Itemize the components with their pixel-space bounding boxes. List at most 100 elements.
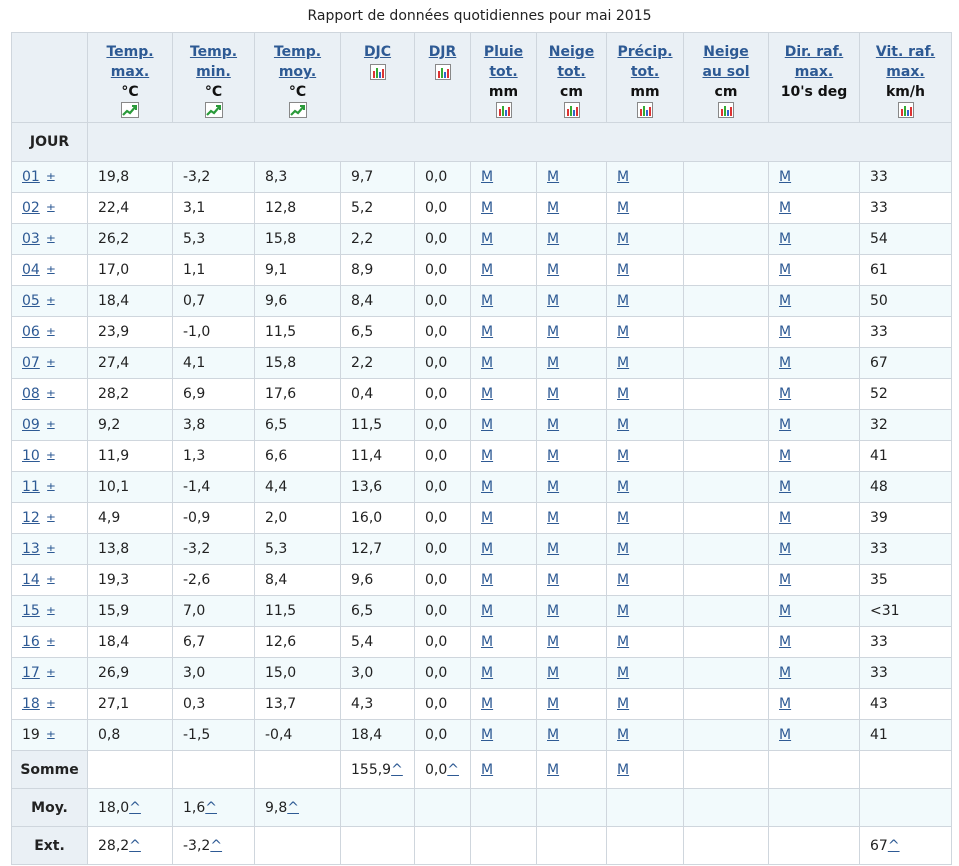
bar-chart-icon[interactable]: [637, 102, 653, 122]
day-link[interactable]: 13: [22, 541, 40, 557]
day-link[interactable]: 12: [22, 510, 40, 526]
day-link[interactable]: 11: [22, 479, 40, 495]
missing-link[interactable]: M: [779, 231, 791, 247]
trend-chart-icon[interactable]: [121, 102, 139, 122]
missing-link[interactable]: M: [481, 355, 493, 371]
missing-link[interactable]: M: [481, 762, 493, 778]
missing-link[interactable]: M: [481, 386, 493, 402]
missing-link[interactable]: M: [779, 417, 791, 433]
day-link[interactable]: 17: [22, 665, 40, 681]
missing-link[interactable]: M: [779, 696, 791, 712]
expand-link[interactable]: ±: [46, 232, 56, 246]
missing-link[interactable]: M: [779, 603, 791, 619]
missing-link[interactable]: M: [779, 448, 791, 464]
column-header-link[interactable]: Temp. moy.: [255, 42, 340, 82]
missing-link[interactable]: M: [547, 510, 559, 526]
missing-link[interactable]: M: [779, 386, 791, 402]
missing-link[interactable]: M: [617, 448, 629, 464]
missing-link[interactable]: M: [617, 417, 629, 433]
missing-link[interactable]: M: [617, 510, 629, 526]
missing-link[interactable]: M: [779, 355, 791, 371]
day-link[interactable]: 09: [22, 417, 40, 433]
day-link[interactable]: 01: [22, 169, 40, 185]
missing-link[interactable]: M: [617, 762, 629, 778]
missing-link[interactable]: M: [481, 417, 493, 433]
missing-link[interactable]: M: [779, 510, 791, 526]
column-header-link[interactable]: Neige au sol: [684, 42, 768, 82]
missing-link[interactable]: M: [617, 634, 629, 650]
missing-link[interactable]: M: [779, 479, 791, 495]
missing-link[interactable]: M: [481, 727, 493, 743]
missing-link[interactable]: M: [481, 200, 493, 216]
missing-link[interactable]: M: [617, 386, 629, 402]
missing-link[interactable]: M: [617, 727, 629, 743]
expand-link[interactable]: ±: [46, 511, 56, 525]
trend-chart-icon[interactable]: [288, 102, 307, 122]
missing-link[interactable]: M: [481, 696, 493, 712]
missing-link[interactable]: M: [547, 417, 559, 433]
column-header-link[interactable]: Temp. min.: [173, 42, 254, 82]
missing-link[interactable]: M: [779, 665, 791, 681]
missing-link[interactable]: M: [481, 293, 493, 309]
missing-link[interactable]: M: [617, 293, 629, 309]
day-link[interactable]: 06: [22, 324, 40, 340]
missing-link[interactable]: M: [547, 479, 559, 495]
day-link[interactable]: 07: [22, 355, 40, 371]
missing-link[interactable]: M: [547, 200, 559, 216]
expand-link[interactable]: ±: [46, 294, 56, 308]
missing-link[interactable]: M: [481, 448, 493, 464]
missing-link[interactable]: M: [779, 541, 791, 557]
expand-link[interactable]: ±: [46, 573, 56, 587]
expand-link[interactable]: ±: [46, 387, 56, 401]
missing-link[interactable]: M: [481, 665, 493, 681]
bar-chart-icon[interactable]: [434, 64, 451, 84]
missing-link[interactable]: M: [481, 231, 493, 247]
missing-link[interactable]: M: [779, 262, 791, 278]
column-header-link[interactable]: Précip. tot.: [607, 42, 683, 82]
expand-link[interactable]: ±: [46, 325, 56, 339]
jump-to-link[interactable]: ^: [129, 800, 141, 816]
day-link[interactable]: 10: [22, 448, 40, 464]
day-link[interactable]: 16: [22, 634, 40, 650]
missing-link[interactable]: M: [547, 386, 559, 402]
missing-link[interactable]: M: [547, 665, 559, 681]
expand-link[interactable]: ±: [46, 666, 56, 680]
day-link[interactable]: 02: [22, 200, 40, 216]
missing-link[interactable]: M: [547, 696, 559, 712]
missing-link[interactable]: M: [617, 572, 629, 588]
missing-link[interactable]: M: [481, 541, 493, 557]
missing-link[interactable]: M: [481, 262, 493, 278]
missing-link[interactable]: M: [617, 696, 629, 712]
missing-link[interactable]: M: [481, 510, 493, 526]
missing-link[interactable]: M: [547, 231, 559, 247]
missing-link[interactable]: M: [547, 324, 559, 340]
expand-link[interactable]: ±: [46, 480, 56, 494]
expand-link[interactable]: ±: [46, 201, 56, 215]
missing-link[interactable]: M: [547, 727, 559, 743]
column-header-link[interactable]: Neige tot.: [537, 42, 606, 82]
missing-link[interactable]: M: [481, 634, 493, 650]
missing-link[interactable]: M: [547, 448, 559, 464]
missing-link[interactable]: M: [779, 200, 791, 216]
missing-link[interactable]: M: [617, 541, 629, 557]
missing-link[interactable]: M: [547, 355, 559, 371]
missing-link[interactable]: M: [779, 572, 791, 588]
expand-link[interactable]: ±: [46, 542, 56, 556]
missing-link[interactable]: M: [779, 727, 791, 743]
expand-link[interactable]: ±: [46, 418, 56, 432]
missing-link[interactable]: M: [481, 572, 493, 588]
expand-link[interactable]: ±: [46, 449, 56, 463]
expand-link[interactable]: ±: [46, 697, 56, 711]
missing-link[interactable]: M: [547, 762, 559, 778]
missing-link[interactable]: M: [547, 169, 559, 185]
missing-link[interactable]: M: [481, 169, 493, 185]
jump-to-link[interactable]: ^: [447, 762, 459, 778]
expand-link[interactable]: ±: [46, 170, 56, 184]
day-link[interactable]: 08: [22, 386, 40, 402]
jump-to-link[interactable]: ^: [129, 838, 141, 854]
missing-link[interactable]: M: [617, 603, 629, 619]
missing-link[interactable]: M: [481, 324, 493, 340]
missing-link[interactable]: M: [617, 200, 629, 216]
missing-link[interactable]: M: [547, 262, 559, 278]
expand-link[interactable]: ±: [46, 604, 56, 618]
